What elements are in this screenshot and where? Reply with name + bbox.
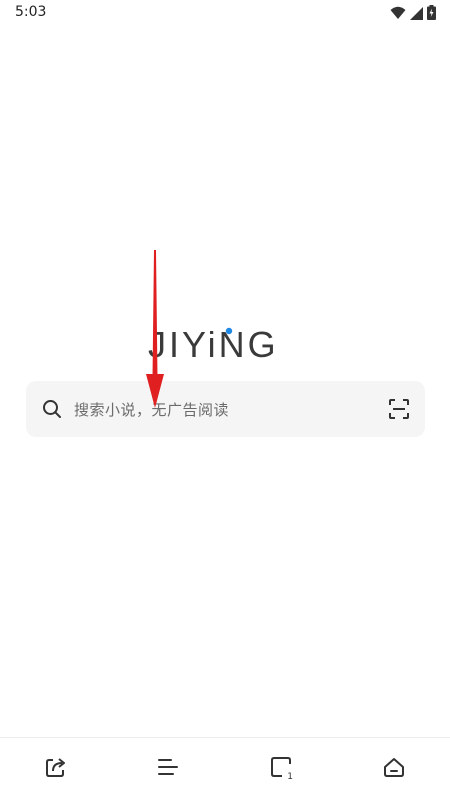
browser-home-screen: 5:03 JIYiNG 搜索小说，无广告阅读 1	[0, 0, 450, 800]
home-icon	[382, 755, 406, 783]
nav-home-button[interactable]	[377, 752, 411, 786]
scan-icon[interactable]	[389, 399, 409, 419]
logo-dot	[225, 327, 233, 335]
status-bar: 5:03	[0, 0, 450, 26]
tab-count: 1	[287, 772, 293, 782]
bottom-nav: 1	[0, 737, 450, 800]
nav-share-button[interactable]	[39, 752, 73, 786]
search-placeholder[interactable]: 搜索小说，无广告阅读	[74, 399, 229, 420]
share-icon	[44, 755, 68, 783]
status-icons	[390, 5, 436, 24]
nav-menu-button[interactable]	[151, 752, 185, 786]
search-bar[interactable]: 搜索小说，无广告阅读	[26, 381, 425, 437]
logo-text: JIYiNG	[148, 327, 279, 361]
wifi-icon	[390, 5, 406, 24]
signal-icon	[410, 5, 423, 24]
nav-tabs-button[interactable]: 1	[264, 752, 298, 786]
battery-icon	[427, 5, 436, 24]
logo-wordmark: JIYiNG	[148, 324, 279, 365]
app-logo: JIYiNG	[148, 324, 302, 365]
search-icon	[42, 399, 62, 419]
status-time: 5:03	[15, 4, 47, 20]
menu-icon	[156, 755, 180, 783]
